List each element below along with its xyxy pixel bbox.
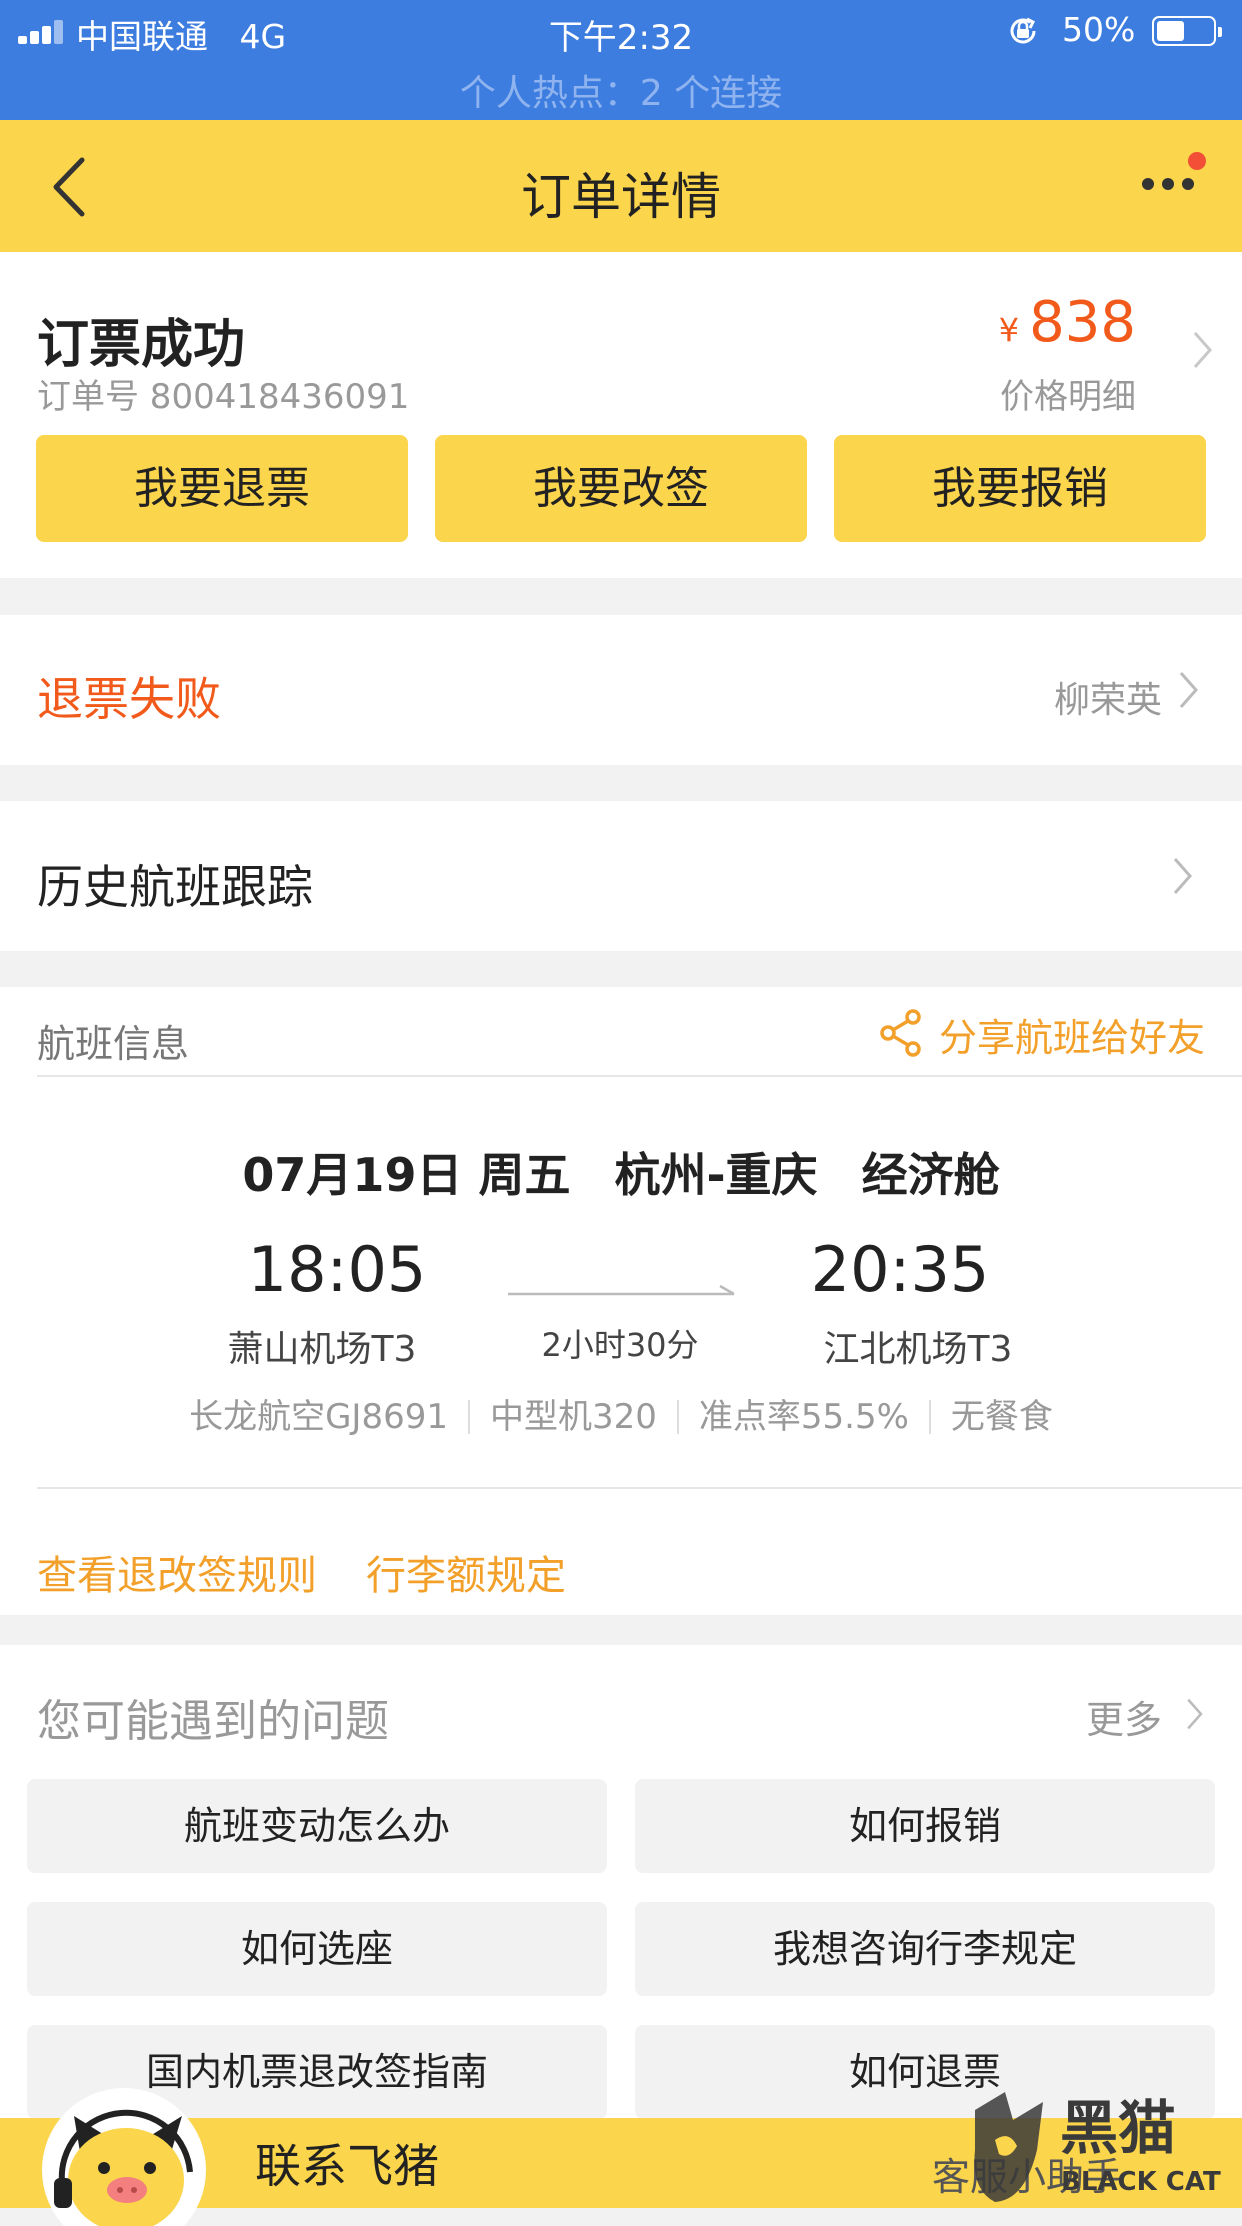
notification-dot — [1188, 152, 1206, 170]
status-bar: 中国联通 4G 下午2:32 50% 个人热点：2 个连接 — [0, 0, 1242, 120]
flight-history-label: 历史航班跟踪 — [37, 860, 313, 914]
fliggy-mascot-icon[interactable] — [40, 2086, 208, 2226]
flight-meta: 长龙航空GJ8691 中型机320 准点率55.5% 无餐食 — [0, 1389, 1242, 1438]
flight-route: 杭州-重庆 — [614, 1148, 818, 1202]
flight-arrow-icon — [508, 1284, 735, 1296]
faq-item[interactable]: 如何选座 — [27, 1902, 607, 1996]
watermark-subtext: BLACK CAT — [1061, 2167, 1221, 2197]
flight-duration: 2小时30分 — [541, 1326, 699, 1364]
depart-time: 18:05 — [247, 1233, 427, 1306]
divider — [37, 1487, 1242, 1489]
order-number: 订单号 800418436091 — [37, 377, 410, 417]
flight-date: 07月19日 周五 — [242, 1148, 571, 1202]
section-title: 航班信息 — [37, 1022, 190, 1066]
more-icon[interactable] — [1130, 148, 1216, 218]
share-icon — [880, 1009, 921, 1057]
meal-info: 无餐食 — [950, 1397, 1053, 1437]
refund-button[interactable]: 我要退票 — [36, 435, 408, 542]
share-label: 分享航班给好友 — [938, 1016, 1205, 1060]
flight-header: 07月19日 周五 杭州-重庆 经济舱 — [0, 1139, 1242, 1205]
baggage-rules-link[interactable]: 行李额规定 — [366, 1543, 566, 1601]
battery-percent: 50% — [1062, 10, 1136, 49]
divider — [37, 1075, 1242, 1077]
page-title: 订单详情 — [521, 168, 721, 226]
chevron-right-icon — [1179, 672, 1199, 708]
reimburse-button[interactable]: 我要报销 — [834, 435, 1206, 542]
order-status-card: 订票成功 订单号 800418436091 ¥838 价格明细 我要退票 我要改… — [0, 252, 1242, 578]
flight-history-row[interactable]: 历史航班跟踪 — [0, 801, 1242, 951]
refund-status-row[interactable]: 退票失败 柳荣英 — [0, 615, 1242, 765]
aircraft-type: 中型机320 — [489, 1397, 657, 1437]
chevron-right-icon[interactable] — [1190, 328, 1216, 372]
faq-item[interactable]: 我想咨询行李规定 — [635, 1902, 1215, 1996]
hotspot-banner[interactable]: 个人热点：2 个连接 — [0, 64, 1242, 116]
watermark-text: 黑猫 — [1060, 2094, 1176, 2162]
on-time-rate: 准点率55.5% — [698, 1397, 909, 1437]
depart-airport: 萧山机场T3 — [227, 1329, 417, 1370]
arrive-time: 20:35 — [810, 1233, 990, 1306]
change-ticket-button[interactable]: 我要改签 — [435, 435, 807, 542]
flight-info-card: 航班信息 分享航班给好友 07月19日 周五 杭州-重庆 经济舱 18:05 萧山机… — [0, 987, 1242, 1615]
airline-flight-no: 长龙航空GJ8691 — [189, 1397, 448, 1437]
chevron-right-icon — [1173, 858, 1193, 894]
faq-title: 您可能遇到的问题 — [37, 1696, 389, 1747]
price-detail-link[interactable]: 价格明细 — [1000, 369, 1136, 418]
refund-status: 退票失败 — [37, 672, 221, 726]
share-flight-button[interactable]: 分享航班给好友 — [880, 1007, 1205, 1062]
flight-cabin: 经济舱 — [861, 1148, 1000, 1202]
nav-bar: 订单详情 — [0, 120, 1242, 252]
faq-item[interactable]: 如何报销 — [635, 1779, 1215, 1873]
price[interactable]: ¥838 — [999, 290, 1136, 355]
passenger-name: 柳荣英 — [1053, 680, 1162, 721]
battery-icon — [1152, 16, 1222, 46]
faq-item[interactable]: 航班变动怎么办 — [27, 1779, 607, 1873]
contact-fliggy-label[interactable]: 联系飞猪 — [255, 2130, 439, 2196]
chevron-right-icon[interactable] — [1184, 1695, 1206, 1733]
arrive-airport: 江北机场T3 — [823, 1329, 1013, 1370]
price-amount: 838 — [1029, 290, 1136, 355]
faq-more-link[interactable]: 更多 — [1086, 1689, 1162, 1744]
rotation-lock-icon — [1010, 17, 1036, 44]
black-cat-watermark: 黑猫 BLACK CAT — [974, 2092, 1221, 2202]
currency-symbol: ¥ — [998, 311, 1020, 349]
order-status: 订票成功 — [37, 315, 246, 375]
status-time: 下午2:32 — [548, 18, 694, 58]
refund-rules-link[interactable]: 查看退改签规则 — [37, 1543, 317, 1601]
